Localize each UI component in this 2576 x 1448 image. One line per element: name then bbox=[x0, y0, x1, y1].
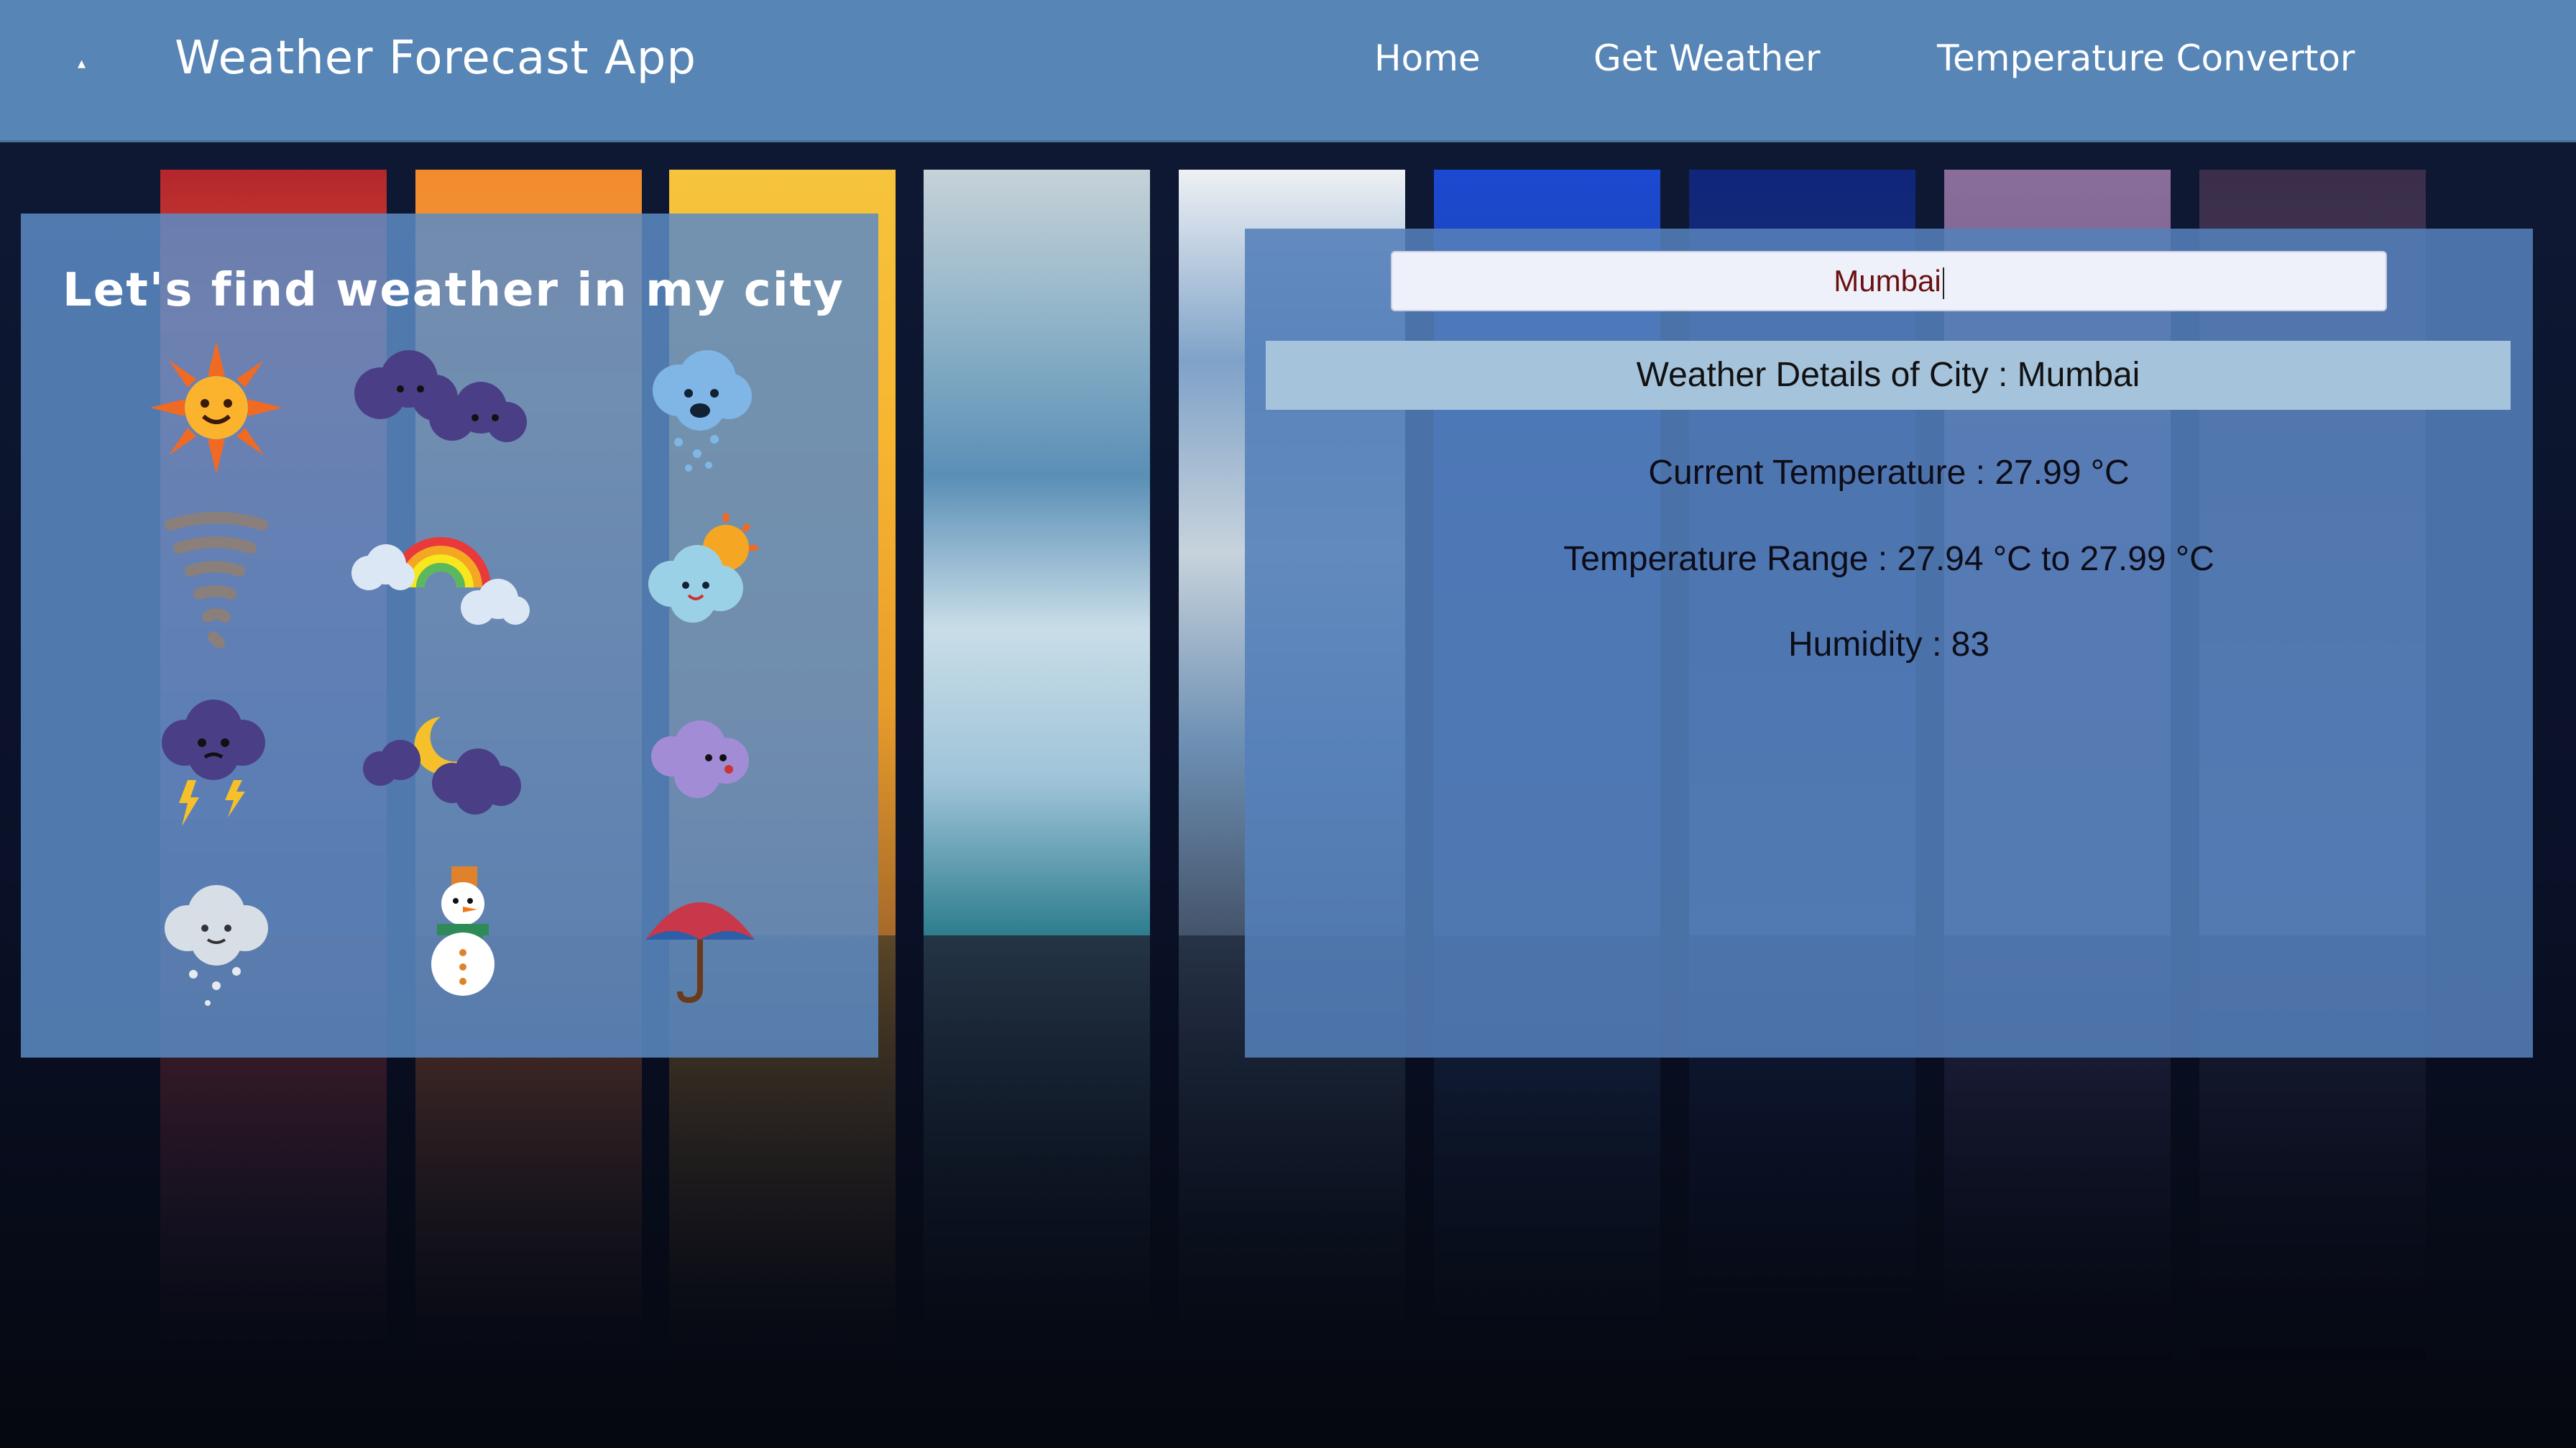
weather-details-card: Mumbai Weather Details of City : Mumbai … bbox=[1245, 229, 2533, 1058]
city-search-input[interactable]: Mumbai bbox=[1391, 251, 2387, 311]
app-brand[interactable]: Weather Forecast App bbox=[175, 32, 696, 85]
temperature-range: Temperature Range : 27.94 °C to 27.99 °C bbox=[1563, 540, 2214, 578]
weather-details-header: Weather Details of City : Mumbai bbox=[1266, 341, 2511, 410]
snowman-icon bbox=[391, 861, 535, 1004]
partly-sunny-icon bbox=[628, 505, 772, 649]
tornado-icon bbox=[144, 505, 288, 649]
sun-icon bbox=[144, 336, 288, 480]
navbar: ▴ Weather Forecast App Home Get Weather … bbox=[0, 0, 2576, 142]
card-title: Let's find weather in my city bbox=[63, 264, 845, 317]
text-cursor bbox=[1942, 267, 1944, 299]
thunderstorm-icon bbox=[144, 688, 288, 832]
menu-caret-icon[interactable]: ▴ bbox=[78, 56, 93, 72]
umbrella-icon bbox=[628, 868, 772, 1012]
nav-home-link[interactable]: Home bbox=[1374, 37, 1481, 79]
nav-temperature-convertor-link[interactable]: Temperature Convertor bbox=[1937, 37, 2355, 79]
dark-clouds-icon bbox=[337, 329, 538, 472]
city-search-value: Mumbai bbox=[1834, 264, 1941, 298]
weather-icons-card: Let's find weather in my city bbox=[21, 214, 878, 1058]
night-moon-clouds-icon bbox=[337, 688, 538, 832]
rainbow-clouds-icon bbox=[337, 501, 538, 645]
humidity: Humidity : 83 bbox=[1788, 626, 1990, 664]
rain-cloud-icon bbox=[628, 336, 772, 480]
hail-cloud-icon bbox=[144, 868, 288, 1012]
current-temperature: Current Temperature : 27.99 °C bbox=[1648, 454, 2130, 492]
wind-cloud-icon bbox=[628, 692, 772, 835]
nav-get-weather-link[interactable]: Get Weather bbox=[1593, 37, 1821, 79]
